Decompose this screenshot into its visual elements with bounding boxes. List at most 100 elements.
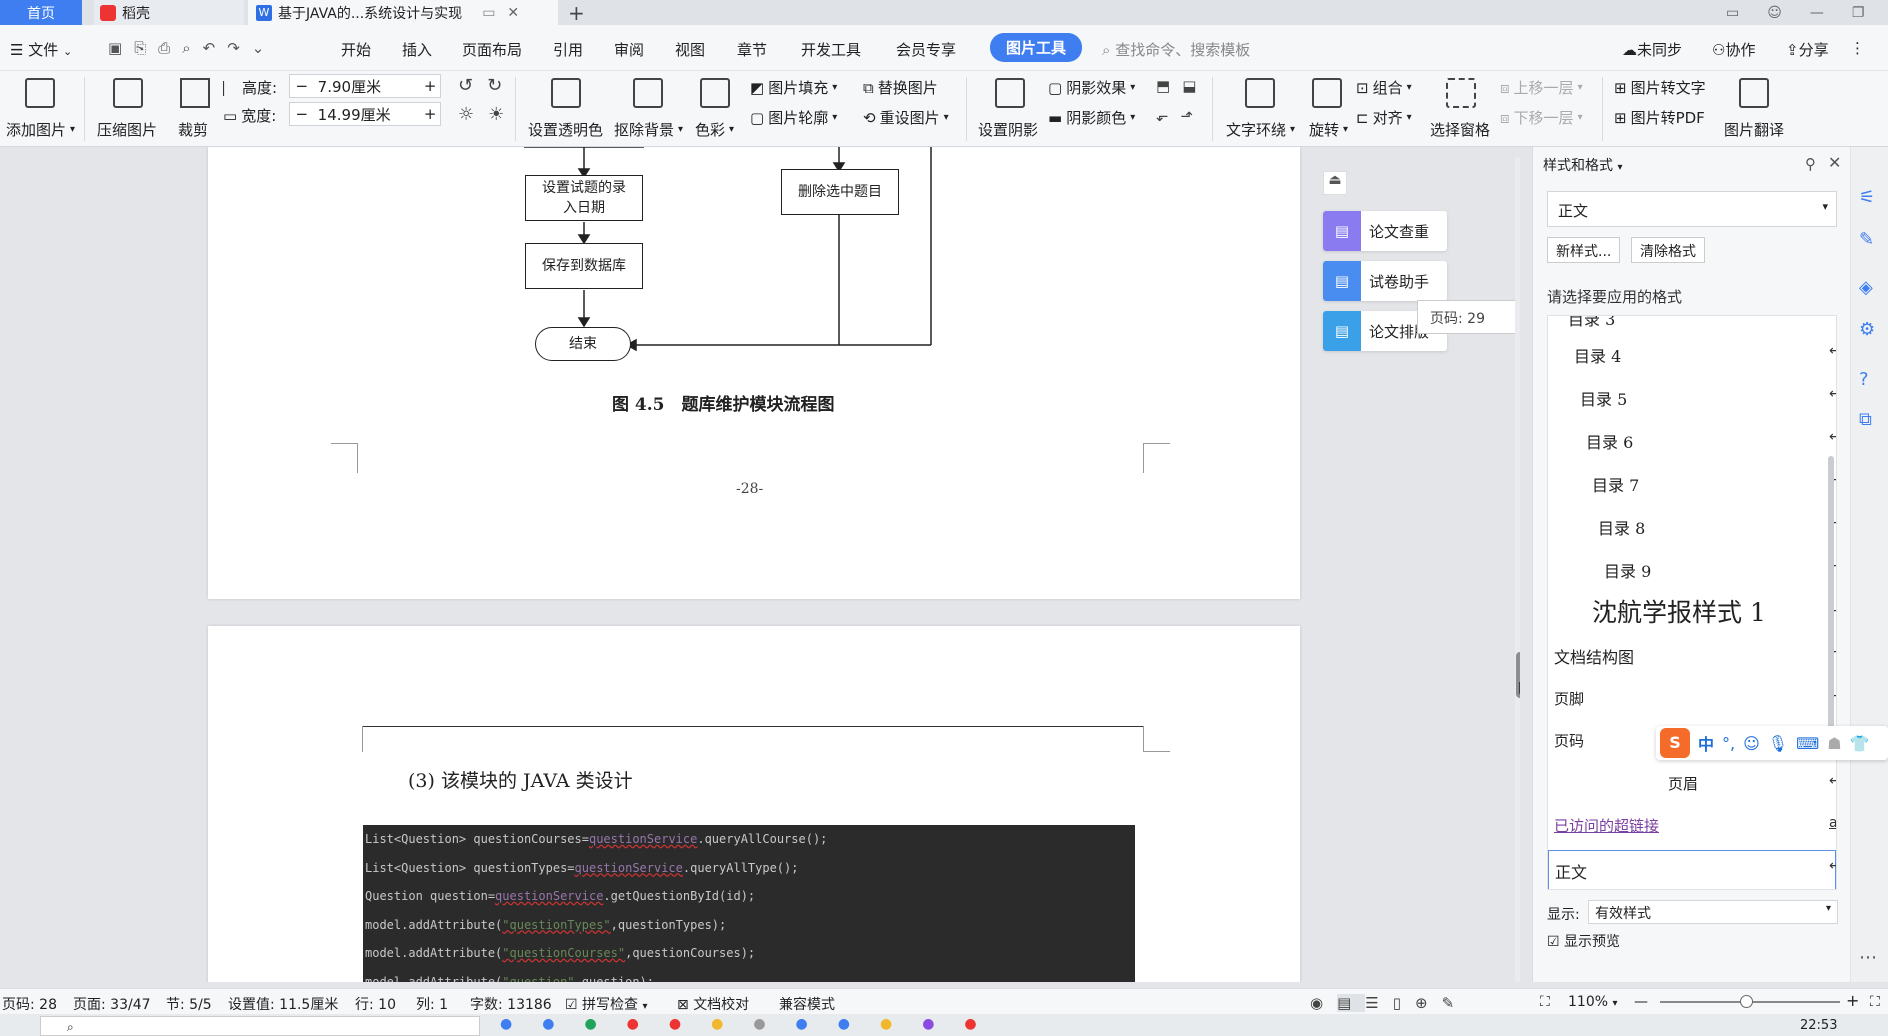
styles-pane-title[interactable]: 样式和格式 ▾ — [1543, 155, 1622, 175]
set-shadow-button[interactable]: 设置阴影 — [978, 119, 1038, 140]
brightness-down-icon[interactable]: ☀ — [488, 104, 514, 125]
show-select[interactable]: 有效样式 ▾ — [1588, 900, 1838, 924]
preview-icon[interactable]: ⌕ — [182, 39, 202, 57]
spell-check-button[interactable]: ☑ 拼写检查 ▾ — [565, 994, 648, 1014]
rotate-button[interactable]: 旋转 ▾ — [1309, 119, 1348, 140]
zoom-slider-handle[interactable] — [1740, 995, 1753, 1008]
menu-layout[interactable]: 页面布局 — [462, 39, 522, 60]
style-tool-icon[interactable]: ⚟ — [1859, 187, 1875, 208]
minimize-icon[interactable]: — — [1810, 5, 1824, 21]
ime-punct-toggle[interactable]: °, — [1722, 734, 1735, 753]
file-menu[interactable]: ☰ 文件 ⌄ — [10, 39, 72, 60]
style-item[interactable]: 目录 6 — [1586, 429, 1633, 453]
width-input[interactable]: −14.99厘米 + — [289, 102, 441, 126]
style-item[interactable]: 目录 3 — [1568, 316, 1615, 330]
save-icon[interactable]: ▣ — [108, 39, 134, 57]
tab-home[interactable]: 首页 — [0, 0, 82, 25]
shadow-effect-button[interactable]: ▢ 阴影效果 ▾ — [1048, 77, 1135, 98]
zoom-select[interactable]: 110% ▾ — [1568, 994, 1618, 1010]
nudge-left-icon[interactable]: ⬐ — [1156, 107, 1177, 125]
keyboard-icon[interactable]: ⌨ — [1796, 734, 1819, 753]
style-item[interactable]: 页码 — [1554, 730, 1584, 751]
rotate-left-icon[interactable]: ↺ — [458, 75, 483, 96]
picture-fill-button[interactable]: ◩ 图片填充 ▾ — [750, 77, 837, 98]
page-view-icon[interactable]: ▤ — [1337, 994, 1366, 1012]
app-icon[interactable]: ● — [627, 1016, 669, 1032]
app-icon[interactable]: ● — [584, 1016, 626, 1032]
new-style-button[interactable]: 新样式... — [1547, 237, 1621, 263]
fullscreen-icon[interactable]: ⛶ — [1540, 994, 1550, 1010]
app-icon[interactable]: ● — [542, 1016, 584, 1032]
skin-icon[interactable]: 👕 — [1850, 734, 1870, 753]
send-backward-button[interactable]: ⧈ 下移一层 ▾ — [1500, 107, 1583, 128]
height-input[interactable]: −7.90厘米 + — [289, 74, 441, 98]
zoom-out-button[interactable]: — — [1634, 994, 1648, 1010]
app-icon[interactable]: ● — [500, 1016, 542, 1032]
user-icon[interactable]: ☗ — [1827, 734, 1841, 753]
status-setting[interactable]: 设置值: 11.5厘米 — [228, 994, 338, 1014]
rotate-right-icon[interactable]: ↻ — [487, 75, 512, 96]
status-words[interactable]: 字数: 13186 — [470, 994, 552, 1014]
nudge-up-icon[interactable]: ⬒ — [1156, 77, 1178, 95]
fit-icon[interactable]: ⛶ — [1870, 994, 1880, 1010]
current-style-select[interactable]: 正文 ▾ — [1547, 191, 1837, 227]
exam-helper-button[interactable]: ▤ 试卷助手 — [1323, 261, 1447, 301]
layout-icon[interactable]: ▭ — [1726, 5, 1739, 21]
share-button[interactable]: ⇪分享 — [1786, 39, 1829, 60]
app-icon[interactable]: ● — [922, 1016, 964, 1032]
avatar[interactable]: ☺ — [1767, 5, 1782, 21]
align-button[interactable]: ⊏ 对齐 ▾ — [1356, 107, 1412, 128]
undo-icon[interactable]: ↶ — [203, 39, 228, 57]
style-item[interactable]: 目录 8 — [1598, 515, 1645, 539]
clear-format-button[interactable]: 清除格式 — [1631, 237, 1705, 263]
color-button[interactable]: 色彩 ▾ — [695, 119, 734, 140]
cursor-tool-icon[interactable]: ◈ — [1859, 277, 1873, 298]
collapse-panel-button[interactable]: ⏏ — [1323, 171, 1347, 195]
status-col[interactable]: 列: 1 — [416, 994, 448, 1014]
more-icon[interactable]: ⌄ — [252, 39, 277, 57]
more-tool-icon[interactable]: ⋯ — [1859, 947, 1877, 968]
group-button[interactable]: ⊡ 组合 ▾ — [1356, 77, 1412, 98]
menu-review[interactable]: 审阅 — [614, 39, 644, 60]
eye-icon[interactable]: ◉ — [1310, 994, 1337, 1012]
add-image-button[interactable]: 添加图片 ▾ — [6, 119, 75, 140]
app-icon[interactable]: ● — [838, 1016, 880, 1032]
style-item-selected[interactable]: 正文 — [1548, 850, 1836, 889]
print-icon[interactable]: ⎙ — [158, 39, 182, 57]
style-item[interactable]: 已访问的超链接 — [1554, 815, 1659, 836]
image-to-pdf-button[interactable]: ⊞ 图片转PDF — [1614, 107, 1705, 128]
decrease-width-button[interactable]: − — [290, 105, 314, 123]
image-translate-button[interactable]: 图片翻译 — [1724, 119, 1784, 140]
preview-checkbox[interactable]: ☑ 显示预览 — [1547, 931, 1620, 951]
menu-reference[interactable]: 引用 — [553, 39, 583, 60]
close-pane-icon[interactable]: ✕ — [1828, 153, 1841, 172]
help-tool-icon[interactable]: ? — [1859, 369, 1869, 390]
style-item[interactable]: 目录 4 — [1574, 343, 1621, 367]
app-icon[interactable]: ● — [796, 1016, 838, 1032]
selection-pane-button[interactable]: 选择窗格 — [1430, 119, 1490, 140]
app-icon[interactable]: ● — [753, 1016, 795, 1032]
menu-start[interactable]: 开始 — [341, 39, 371, 60]
app-icon[interactable]: ● — [711, 1016, 753, 1032]
style-item[interactable]: 目录 7 — [1592, 472, 1639, 496]
menu-insert[interactable]: 插入 — [402, 39, 432, 60]
app-icon[interactable]: ● — [880, 1016, 922, 1032]
app-icon[interactable]: ● — [669, 1016, 711, 1032]
ime-lang-toggle[interactable]: 中 — [1698, 731, 1714, 755]
nudge-down-icon[interactable]: ⬓ — [1182, 77, 1204, 95]
menu-member[interactable]: 会员专享 — [896, 39, 956, 60]
menu-picture-tools[interactable]: 图片工具 — [990, 33, 1083, 62]
more-menu-icon[interactable]: ⋮ — [1850, 39, 1865, 57]
plagiarism-check-button[interactable]: ▤ 论文查重 — [1323, 211, 1447, 251]
status-page[interactable]: 页面: 33/47 — [73, 994, 151, 1014]
replace-picture-button[interactable]: ⧉ 替换图片 — [863, 77, 938, 98]
taskbar-search[interactable]: ⌕ — [40, 1016, 480, 1036]
style-item[interactable]: 文档结构图 — [1554, 644, 1634, 668]
increase-height-button[interactable]: + — [420, 77, 440, 95]
text-wrap-button[interactable]: 文字环绕 ▾ — [1226, 119, 1295, 140]
pin-icon[interactable]: ⚲ — [1805, 155, 1816, 173]
app-icon[interactable]: ● — [964, 1016, 1006, 1032]
style-item[interactable]: 页眉 — [1668, 773, 1698, 794]
vertical-scrollbar[interactable] — [1515, 157, 1520, 982]
style-item[interactable]: 页脚 — [1554, 688, 1584, 709]
